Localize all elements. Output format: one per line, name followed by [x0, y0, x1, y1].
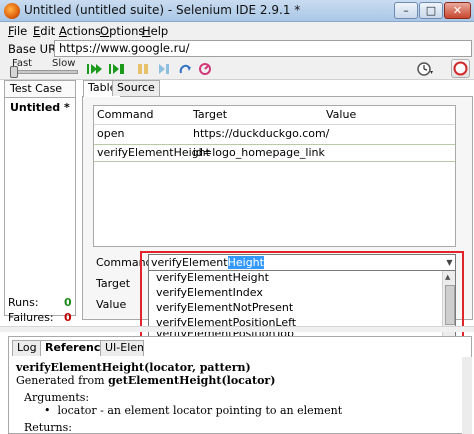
target-label: Target — [96, 277, 131, 290]
tab-ui-element[interactable]: UI-Element — [100, 340, 144, 356]
reference-generated-from: Generated from getElementHeight(locator) — [16, 374, 276, 387]
menu-actions[interactable]: Actions — [59, 24, 101, 38]
menu-options[interactable]: Options — [100, 24, 144, 38]
failures-label: Failures: — [8, 311, 54, 324]
menu-edit[interactable]: Edit — [33, 24, 55, 38]
base-url-row: Base URL https://www.google.ru/ — [0, 40, 474, 58]
tab-log[interactable]: Log — [12, 340, 42, 356]
reference-arguments-label: Arguments: — [24, 391, 90, 404]
rollup-icon[interactable] — [176, 61, 194, 77]
record-icon[interactable] — [196, 61, 214, 77]
column-header-value: Value — [326, 108, 357, 121]
value-label: Value — [96, 298, 127, 311]
firefox-icon — [4, 3, 20, 19]
speed-slider-track[interactable] — [10, 70, 78, 74]
toolbar: Fast Slow — [0, 58, 474, 80]
speed-slider-thumb[interactable] — [10, 66, 18, 78]
runs-label: Runs: — [8, 296, 39, 309]
reference-locator-desc: • locator - an element locator pointing … — [44, 404, 343, 417]
pause-icon[interactable] — [134, 61, 152, 77]
column-header-command: Command — [97, 108, 154, 121]
table-row-2-target[interactable]: id=logo_homepage_link — [193, 144, 325, 162]
panel-splitter[interactable] — [0, 326, 474, 332]
close-button[interactable]: ✕ — [444, 2, 471, 19]
test-case-header: Test Case — [4, 80, 76, 98]
clock-icon[interactable] — [416, 61, 434, 77]
maximize-button[interactable]: □ — [419, 2, 443, 19]
table-row-1-target[interactable]: https://duckduckgo.com/ — [193, 125, 329, 143]
title-bar: Untitled (untitled suite) - Selenium IDE… — [0, 0, 474, 22]
bullet-icon: • — [44, 404, 58, 417]
base-url-input[interactable]: https://www.google.ru/ — [54, 40, 472, 57]
reference-title: verifyElementHeight(locator, pattern) — [16, 361, 251, 374]
tab-source[interactable]: Source — [112, 80, 160, 96]
play-current-icon[interactable] — [108, 61, 126, 77]
failures-value: 0 — [64, 311, 72, 324]
speed-slow-label: Slow — [52, 58, 76, 69]
runs-value: 0 — [64, 296, 72, 309]
column-header-target: Target — [193, 108, 228, 121]
menu-help[interactable]: Help — [142, 24, 168, 38]
reference-returns-label: Returns: — [24, 421, 72, 434]
table-row-1-command[interactable]: open — [97, 125, 124, 143]
minimize-button[interactable]: – — [394, 2, 418, 19]
stop-record-button[interactable] — [451, 59, 470, 78]
test-case-item[interactable]: Untitled * — [10, 101, 70, 114]
reference-scrollbar[interactable] — [462, 357, 472, 434]
test-case-panel — [4, 80, 76, 316]
menu-file[interactable]: File — [8, 24, 27, 38]
menu-bar: File Edit Actions Options Help — [0, 22, 474, 40]
play-all-icon[interactable] — [86, 61, 104, 77]
step-icon[interactable] — [155, 61, 173, 77]
window-title: Untitled (untitled suite) - Selenium IDE… — [24, 3, 301, 17]
